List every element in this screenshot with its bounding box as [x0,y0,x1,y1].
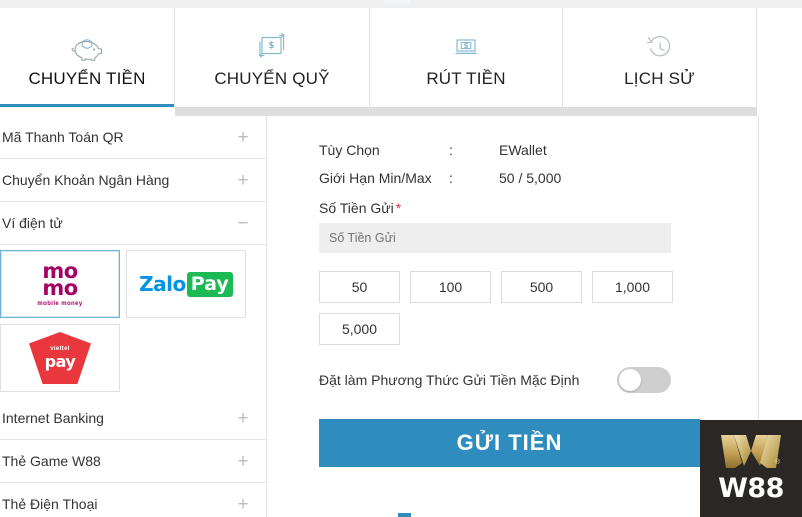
default-method-label: Đặt làm Phương Thức Gửi Tiền Mặc Định [319,372,580,388]
zalopay-logo: Zalo Pay [139,271,233,297]
tab-label: RÚT TIỀN [426,68,506,88]
limit-row: Giới Hạn Min/Max : 50 / 5,000 [319,170,758,186]
sidebar-item-label: Internet Banking [2,410,104,426]
tab-chuyen-quy[interactable]: $ CHUYỂN QUỸ [175,8,370,107]
limit-value: 50 / 5,000 [499,170,562,186]
transfer-funds-icon: $ [255,27,289,67]
plus-icon[interactable]: + [234,128,252,147]
cut-off-element [384,0,410,7]
preset-amount-button[interactable]: 500 [501,271,582,303]
sidebar-item-game-card[interactable]: Thẻ Game W88 + [0,440,266,483]
svg-text:$: $ [268,41,274,51]
page-bottom-accent [398,513,411,517]
limit-separator: : [449,170,453,186]
amount-preset-grid: 50 100 500 1,000 5,000 [319,271,681,345]
sidebar-item-label: Chuyển Khoản Ngân Hàng [2,172,170,188]
preset-amount-button[interactable]: 50 [319,271,400,303]
default-method-toggle[interactable] [617,367,671,393]
amount-label-text: Số Tiền Gửi [319,200,394,216]
option-separator: : [449,142,453,158]
minus-icon[interactable]: − [234,214,252,233]
page-body: Mã Thanh Toán QR + Chuyển Khoản Ngân Hàn… [0,116,802,517]
sidebar-item-label: Mã Thanh Toán QR [2,129,124,145]
preset-amount-button[interactable]: 100 [410,271,491,303]
sidebar-item-internet-banking[interactable]: Internet Banking + [0,397,266,440]
deposit-page: CHUYỂN TIỀN $ CHUYỂN QUỸ $ RÚT TIỀN LỊCH… [0,0,802,517]
tab-label: LỊCH SỬ [624,68,695,88]
deposit-form: Tùy Chọn : EWallet Giới Hạn Min/Max : 50… [268,116,758,517]
registered-trademark-icon: ® [774,459,780,466]
sidebar-item-label: Thẻ Game W88 [2,453,101,469]
limit-label: Giới Hạn Min/Max [319,170,432,186]
momo-logo-line2: mo [42,276,78,300]
main-tab-bar: CHUYỂN TIỀN $ CHUYỂN QUỸ $ RÚT TIỀN LỊCH… [0,8,802,107]
momo-logo: mo mo mobile money [37,261,83,308]
zalopay-logo-part1: Zalo [139,272,186,296]
w88-wordmark: W88 [718,473,784,504]
plus-icon[interactable]: + [234,171,252,190]
preset-amount-button[interactable]: 5,000 [319,313,400,345]
viettelpay-logo: viettel pay [29,330,91,386]
option-row: Tùy Chọn : EWallet [319,142,758,158]
tab-bar-end-spacer [757,8,802,107]
plus-icon[interactable]: + [234,495,252,514]
w88-logo-badge: ® W88 [700,420,802,517]
default-method-row: Đặt làm Phương Thức Gửi Tiền Mặc Định [319,367,671,393]
amount-field-label: Số Tiền Gửi * [319,200,758,216]
option-label: Tùy Chọn [319,142,380,158]
withdraw-cash-icon: $ [449,27,483,67]
piggy-bank-icon [69,27,105,67]
toggle-knob [619,369,641,391]
ewallet-logo-grid: mo mo mobile money Zalo Pay viettel pay [0,245,267,397]
tab-lich-su[interactable]: LỊCH SỬ [563,8,757,107]
page-top-strip [0,0,802,8]
sidebar-item-qr-code[interactable]: Mã Thanh Toán QR + [0,116,266,159]
sidebar-item-phone-card[interactable]: Thẻ Điện Thoại + [0,483,266,517]
tab-chuyen-tien[interactable]: CHUYỂN TIỀN [0,8,175,107]
active-tab-band-gap [0,107,175,116]
tab-under-band [0,107,802,116]
w88-gold-w-icon: ® [720,433,782,469]
tab-label: CHUYỂN QUỸ [214,68,330,88]
momo-logo-tagline: mobile money [37,301,83,307]
tab-label: CHUYỂN TIỀN [28,68,146,88]
wallet-option-viettelpay[interactable]: viettel pay [0,324,120,392]
payment-method-sidebar: Mã Thanh Toán QR + Chuyển Khoản Ngân Hàn… [0,116,267,517]
required-asterisk: * [395,200,402,216]
wallet-option-zalopay[interactable]: Zalo Pay [126,250,246,318]
plus-icon[interactable]: + [234,409,252,428]
sidebar-item-bank-transfer[interactable]: Chuyển Khoản Ngân Hàng + [0,159,266,202]
wallet-option-momo[interactable]: mo mo mobile money [0,250,120,318]
preset-amount-button[interactable]: 1,000 [592,271,673,303]
plus-icon[interactable]: + [234,452,252,471]
sidebar-item-label: Thẻ Điện Thoại [2,496,98,512]
viettelpay-logo-part2: pay [44,352,76,371]
sidebar-item-label: Ví điện tử [2,215,63,231]
option-value: EWallet [499,142,547,158]
amount-input[interactable] [319,223,671,253]
zalopay-logo-part2: Pay [186,271,233,297]
submit-deposit-button[interactable]: GỬI TIỀN [319,419,700,467]
right-band-gap [757,107,802,116]
clock-history-icon [643,27,677,67]
sidebar-item-ewallet[interactable]: Ví điện tử − [0,202,266,245]
svg-text:$: $ [464,41,469,49]
tab-rut-tien[interactable]: $ RÚT TIỀN [370,8,563,107]
